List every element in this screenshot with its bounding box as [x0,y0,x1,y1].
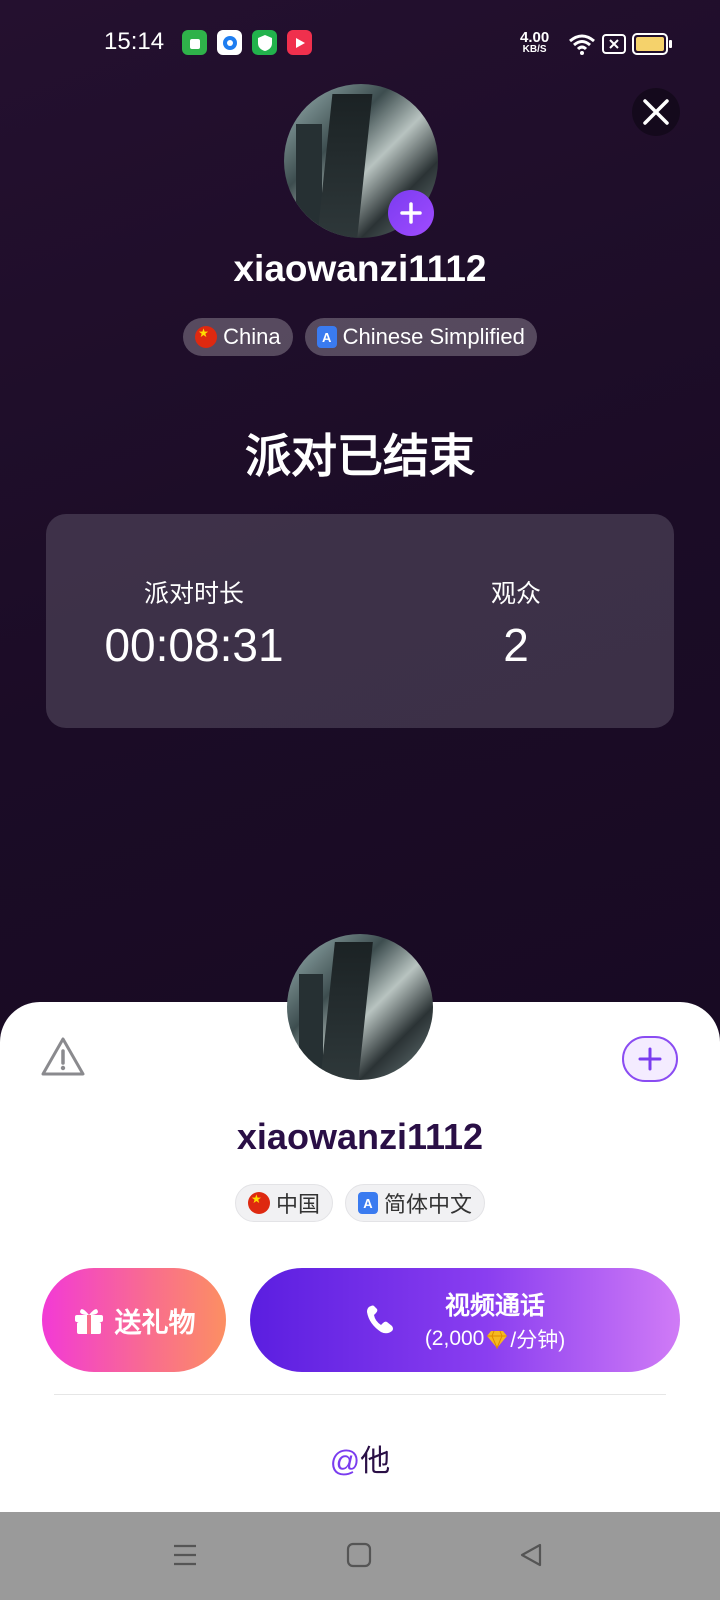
plus-icon [638,1047,662,1071]
app-green-icon [182,30,207,55]
video-app-icon [287,30,312,55]
phone-icon [366,1305,393,1334]
status-time: 15:14 [104,28,165,55]
profile-avatar[interactable] [287,934,433,1080]
gift-icon [74,1309,103,1334]
language-tag: A 简体中文 [345,1184,486,1222]
country-tag: China [183,318,293,356]
close-icon [643,99,669,125]
wifi-icon [569,34,595,55]
diamond-icon [487,1330,508,1349]
divider [54,1394,666,1395]
language-tag: A Chinese Simplified [304,318,537,356]
sim-x-icon [602,34,626,54]
send-gift-button[interactable]: 送礼物 [42,1268,226,1372]
follow-plus-button[interactable] [388,190,434,236]
network-speed: 4.00 KB/S [520,29,550,55]
back-icon[interactable] [518,1542,544,1568]
app-blue-icon [217,30,242,55]
follow-button[interactable] [622,1036,678,1082]
profile-tags: 中国 A 简体中文 [0,1184,720,1222]
profile-username: xiaowanzi1112 [236,1116,484,1157]
video-call-button[interactable]: 视频通话 (2,000 /分钟) [250,1268,680,1372]
home-icon[interactable] [346,1542,372,1568]
mention-button[interactable]: @他 [0,1436,720,1480]
warning-icon [41,1037,85,1076]
audience-stat: 观众 2 [490,580,541,671]
china-flag-icon [195,326,218,348]
shield-icon [252,30,277,55]
host-tags: China A Chinese Simplified [0,318,720,356]
duration-stat: 派对时长 00:08:31 [104,580,284,671]
call-price: (2,000 /分钟) [424,1327,566,1352]
battery-icon [632,33,672,55]
close-button[interactable] [632,88,680,136]
plus-icon [400,202,422,224]
china-flag-icon [247,1192,270,1214]
system-nav-bar [0,1512,720,1600]
country-tag: 中国 [234,1184,333,1222]
status-bar: 15:14 4.00 KB/S [0,0,720,90]
party-stats-card: 派对时长 00:08:31 观众 2 [46,514,674,728]
language-icon: A [316,326,337,348]
party-ended-title: 派对已结束 [245,430,475,482]
notification-icons [182,30,312,55]
report-button[interactable] [40,1036,86,1082]
menu-icon[interactable] [172,1542,198,1568]
host-username: xiaowanzi1112 [233,248,487,289]
language-icon: A [358,1192,378,1214]
